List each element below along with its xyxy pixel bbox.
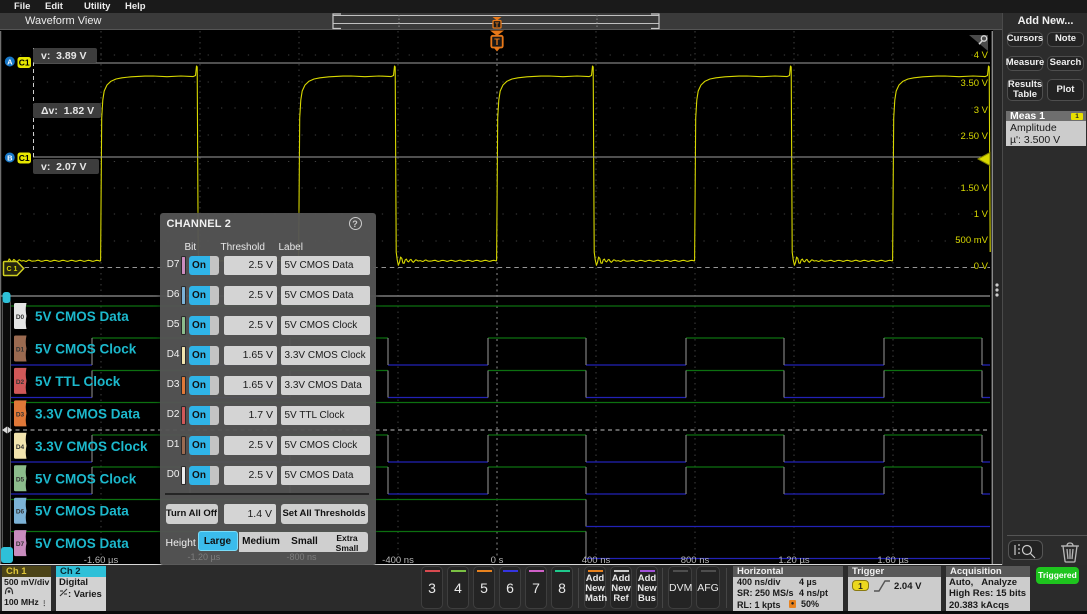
svg-text:2.50 V: 2.50 V bbox=[961, 131, 989, 142]
svg-text:v: 2.07 V: v: 2.07 V bbox=[41, 161, 87, 173]
svg-text:T: T bbox=[494, 37, 500, 47]
svg-text:3.50 V: 3.50 V bbox=[961, 78, 989, 89]
svg-text:1.50 V: 1.50 V bbox=[961, 183, 989, 194]
svg-text:5V CMOS Data: 5V CMOS Data bbox=[35, 309, 129, 324]
svg-text:500 mV: 500 mV bbox=[955, 235, 988, 246]
svg-text:B: B bbox=[7, 154, 13, 163]
svg-text:v: 3.89 V: v: 3.89 V bbox=[41, 50, 87, 62]
svg-text:D1: D1 bbox=[16, 346, 25, 353]
svg-text:5V CMOS Data: 5V CMOS Data bbox=[35, 504, 129, 519]
svg-text:A: A bbox=[7, 58, 13, 67]
svg-text:5V CMOS Data: 5V CMOS Data bbox=[35, 536, 129, 551]
svg-text:C1: C1 bbox=[19, 58, 30, 68]
svg-text:D7: D7 bbox=[16, 541, 25, 548]
svg-text:Δv: 1.82 V: Δv: 1.82 V bbox=[41, 105, 94, 117]
svg-text:1 V: 1 V bbox=[974, 209, 989, 220]
svg-text:3.3V CMOS Data: 3.3V CMOS Data bbox=[35, 406, 141, 421]
svg-text:C1: C1 bbox=[19, 153, 30, 163]
svg-text:D3: D3 bbox=[16, 411, 25, 418]
svg-text:0 V: 0 V bbox=[974, 261, 989, 272]
svg-text:T: T bbox=[495, 22, 499, 29]
svg-text:C 1: C 1 bbox=[7, 266, 18, 273]
svg-text:4 V: 4 V bbox=[974, 50, 989, 61]
svg-text:D2: D2 bbox=[16, 379, 25, 386]
svg-text:3.3V CMOS Clock: 3.3V CMOS Clock bbox=[35, 439, 148, 454]
svg-text:3 V: 3 V bbox=[974, 105, 989, 116]
svg-text:5V CMOS Clock: 5V CMOS Clock bbox=[35, 341, 137, 356]
svg-text:5V TTL Clock: 5V TTL Clock bbox=[35, 374, 121, 389]
svg-text:5V CMOS Clock: 5V CMOS Clock bbox=[35, 471, 137, 486]
svg-text:D0: D0 bbox=[16, 314, 25, 321]
svg-text:D4: D4 bbox=[16, 444, 25, 451]
svg-text:D5: D5 bbox=[16, 476, 25, 483]
svg-text:D6: D6 bbox=[16, 509, 25, 516]
